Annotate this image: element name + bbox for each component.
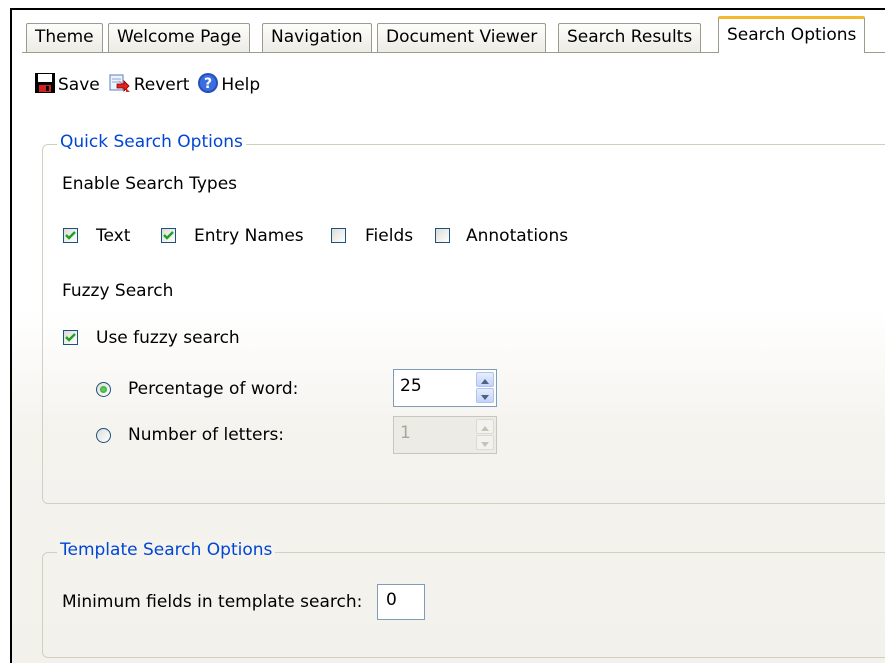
revert-label: Revert [133, 75, 190, 95]
toolbar: Save Revert ? Help [34, 70, 268, 100]
text-checkbox[interactable] [63, 228, 78, 243]
entry-names-checkbox[interactable] [161, 228, 176, 243]
spin-down-icon [476, 435, 494, 450]
percentage-of-word-radio[interactable] [96, 382, 111, 397]
spin-up-icon[interactable] [476, 372, 494, 387]
entry-names-checkbox-label: Entry Names [194, 226, 304, 246]
percentage-of-word-label: Percentage of word: [128, 379, 299, 399]
min-fields-value: 0 [386, 590, 397, 610]
save-label: Save [58, 75, 100, 95]
tab-theme[interactable]: Theme [26, 23, 103, 52]
save-icon [34, 72, 58, 99]
tab-navigation[interactable]: Navigation [262, 23, 372, 52]
tab-document-viewer[interactable]: Document Viewer [377, 23, 547, 52]
use-fuzzy-search-checkbox[interactable] [63, 330, 78, 345]
number-of-letters-label: Number of letters: [128, 425, 285, 445]
spin-up-icon [476, 419, 494, 434]
svg-text:?: ? [204, 76, 212, 92]
help-icon: ? [197, 72, 221, 99]
quick-search-legend: Quick Search Options [57, 132, 246, 152]
fuzzy-search-heading: Fuzzy Search [62, 281, 174, 301]
revert-button[interactable]: Revert [108, 72, 190, 99]
tab-welcome-page[interactable]: Welcome Page [108, 23, 251, 52]
help-label: Help [221, 75, 261, 95]
annotations-checkbox[interactable] [435, 228, 450, 243]
min-fields-input[interactable]: 0 [377, 584, 425, 620]
min-fields-label: Minimum fields in template search: [62, 592, 363, 612]
percentage-spinner[interactable]: 25 [393, 369, 497, 407]
percentage-value: 25 [400, 376, 422, 396]
tab-search-results[interactable]: Search Results [558, 23, 702, 52]
use-fuzzy-search-label: Use fuzzy search [96, 328, 240, 348]
save-button[interactable]: Save [34, 72, 100, 99]
letters-spinner: 1 [393, 416, 497, 454]
annotations-checkbox-label: Annotations [466, 226, 569, 246]
fields-checkbox-label: Fields [365, 226, 414, 246]
enable-search-types-heading: Enable Search Types [62, 174, 238, 194]
number-of-letters-radio[interactable] [96, 428, 111, 443]
fields-checkbox[interactable] [331, 228, 346, 243]
tab-strip: Theme Welcome Page Navigation Document V… [22, 14, 885, 53]
spin-down-icon[interactable] [476, 388, 494, 403]
revert-icon [108, 72, 134, 99]
help-button[interactable]: ? Help [197, 72, 260, 99]
template-search-legend: Template Search Options [57, 540, 276, 560]
tab-search-options[interactable]: Search Options [718, 16, 866, 53]
letters-value: 1 [400, 423, 411, 443]
text-checkbox-label: Text [96, 226, 131, 246]
